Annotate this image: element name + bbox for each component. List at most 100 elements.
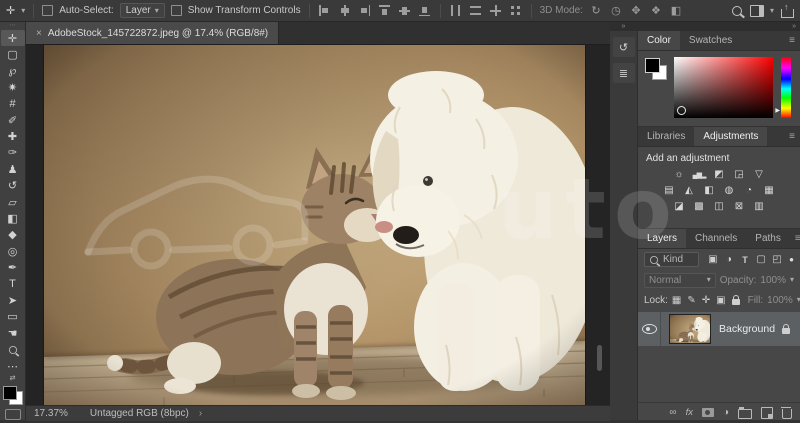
- align-distribute-options-icon[interactable]: [509, 4, 523, 18]
- layer-style-icon[interactable]: fx: [686, 407, 693, 418]
- tab-swatches[interactable]: Swatches: [680, 31, 741, 50]
- auto-select-target-dropdown[interactable]: Layer ▾: [120, 3, 165, 18]
- hue-slider[interactable]: [781, 57, 791, 118]
- auto-select-checkbox[interactable]: [42, 5, 53, 16]
- history-panel-icon[interactable]: ↺: [613, 37, 635, 57]
- type-tool[interactable]: T: [1, 276, 25, 292]
- filter-image-icon[interactable]: ▣: [707, 254, 719, 265]
- posterize-icon[interactable]: ▩: [692, 200, 707, 213]
- exposure-icon[interactable]: ◲: [732, 168, 747, 181]
- filter-toggle-icon[interactable]: ●: [789, 255, 794, 264]
- workspace-switcher-icon[interactable]: [750, 4, 764, 18]
- opacity-value[interactable]: 100%: [760, 275, 786, 286]
- workspace-chevron-icon[interactable]: ▾: [770, 7, 774, 15]
- zoom-tool[interactable]: [1, 341, 25, 357]
- filter-smart-object-icon[interactable]: ◰: [771, 254, 783, 265]
- tab-adjustments[interactable]: Adjustments: [694, 127, 767, 146]
- history-brush-tool[interactable]: ↺: [1, 178, 25, 194]
- roll-3d-icon[interactable]: ◷: [609, 4, 623, 18]
- foreground-color-swatch[interactable]: [3, 386, 17, 400]
- channel-mixer-icon[interactable]: ◔: [742, 184, 757, 197]
- add-layer-mask-icon[interactable]: [702, 408, 714, 417]
- edit-toolbar-button[interactable]: ⋯: [1, 358, 25, 374]
- distribute-vertical-icon[interactable]: [469, 4, 483, 18]
- path-selection-tool[interactable]: ➤: [1, 292, 25, 308]
- canvas-scrollbar[interactable]: [597, 345, 602, 371]
- canvas-area[interactable]: [26, 45, 610, 405]
- foreground-color-swatch-small[interactable]: [645, 58, 660, 73]
- layer-filter-dropdown[interactable]: Kind: [644, 252, 699, 267]
- pen-tool[interactable]: ✒: [1, 259, 25, 275]
- dock-collapse-chevrons[interactable]: »: [610, 22, 637, 31]
- hue-saturation-icon[interactable]: ▤: [662, 184, 677, 197]
- drag-3d-icon[interactable]: ✥: [629, 4, 643, 18]
- clone-stamp-tool[interactable]: ♟: [1, 161, 25, 177]
- new-layer-icon[interactable]: [761, 407, 773, 419]
- align-left-edges-icon[interactable]: [318, 4, 332, 18]
- tab-color[interactable]: Color: [638, 31, 680, 50]
- lock-position-icon[interactable]: ✛: [702, 295, 710, 306]
- distribute-horizontal-icon[interactable]: [449, 4, 463, 18]
- tab-libraries[interactable]: Libraries: [638, 127, 694, 146]
- blend-mode-dropdown[interactable]: Normal ▾: [644, 273, 716, 288]
- color-balance-icon[interactable]: ◭: [682, 184, 697, 197]
- brush-tool[interactable]: ✑: [1, 145, 25, 161]
- move-tool-preset-chevron-icon[interactable]: ▾: [21, 7, 25, 15]
- quick-selection-tool[interactable]: ✷: [1, 79, 25, 95]
- brightness-contrast-icon[interactable]: ☼: [672, 168, 687, 181]
- levels-icon[interactable]: ▄▆▂: [692, 168, 707, 181]
- panel-menu-icon[interactable]: ≡: [784, 127, 800, 146]
- color-swatches-control[interactable]: [3, 386, 23, 405]
- layer-name[interactable]: Background: [719, 323, 775, 335]
- quick-mask-button[interactable]: [5, 409, 21, 420]
- new-adjustment-layer-icon[interactable]: ◑: [723, 407, 729, 418]
- align-top-edges-icon[interactable]: [378, 4, 392, 18]
- filter-adjustment-icon[interactable]: ◑: [723, 254, 735, 265]
- link-layers-icon[interactable]: ∞: [669, 407, 676, 418]
- move-tool-icon[interactable]: ✛: [6, 4, 15, 17]
- show-transform-checkbox[interactable]: [171, 5, 182, 16]
- document-tab[interactable]: × AdobeStock_145722872.jpeg @ 17.4% (RGB…: [26, 22, 279, 44]
- opacity-chevron-icon[interactable]: ▾: [790, 276, 794, 284]
- panel-menu-icon[interactable]: ≡: [790, 229, 800, 248]
- rectangle-tool[interactable]: ▭: [1, 309, 25, 325]
- swap-colors-icon[interactable]: ⇄: [10, 374, 16, 383]
- eraser-tool[interactable]: ▱: [1, 194, 25, 210]
- selective-color-icon[interactable]: ⊠: [732, 200, 747, 213]
- panel-menu-icon[interactable]: ≡: [784, 31, 800, 50]
- eyedropper-tool[interactable]: ✐: [1, 112, 25, 128]
- hue-slider-pointer[interactable]: ▶: [775, 107, 780, 114]
- hand-tool[interactable]: ☚: [1, 325, 25, 341]
- distribute-spacing-icon[interactable]: [489, 4, 503, 18]
- threshold-icon[interactable]: ◫: [712, 200, 727, 213]
- tab-layers[interactable]: Layers: [638, 229, 686, 248]
- layer-row-background[interactable]: Background: [638, 312, 800, 346]
- properties-panel-icon[interactable]: ≣: [613, 63, 635, 83]
- zoom-level-field[interactable]: 17.37%: [34, 408, 68, 419]
- tab-channels[interactable]: Channels: [686, 229, 746, 248]
- delete-layer-icon[interactable]: [782, 409, 792, 419]
- close-tab-icon[interactable]: ×: [36, 28, 42, 39]
- crop-tool[interactable]: #: [1, 96, 25, 112]
- lock-image-icon[interactable]: ✎: [687, 295, 695, 306]
- lock-transparency-icon[interactable]: ▦: [672, 295, 681, 306]
- rectangular-marquee-tool[interactable]: ▢: [1, 46, 25, 62]
- dodge-tool[interactable]: ◎: [1, 243, 25, 259]
- share-icon[interactable]: [780, 4, 794, 18]
- move-tool[interactable]: ✛: [1, 30, 25, 46]
- spot-healing-brush-tool[interactable]: ✚: [1, 128, 25, 144]
- search-icon[interactable]: [730, 4, 744, 18]
- saturation-brightness-field[interactable]: [674, 57, 773, 118]
- camera-3d-icon[interactable]: ◧: [669, 4, 683, 18]
- color-panel-swatches[interactable]: [645, 58, 667, 80]
- slide-3d-icon[interactable]: ❖: [649, 4, 663, 18]
- filter-type-icon[interactable]: T: [739, 255, 751, 265]
- new-group-icon[interactable]: [738, 409, 752, 419]
- gradient-tool[interactable]: ◧: [1, 210, 25, 226]
- align-vertical-centers-icon[interactable]: [398, 4, 412, 18]
- align-right-edges-icon[interactable]: [358, 4, 372, 18]
- toolbar-grip[interactable]: ⋯: [9, 22, 16, 30]
- orbit-3d-icon[interactable]: ↻: [589, 4, 603, 18]
- status-chevron-icon[interactable]: ›: [199, 408, 202, 419]
- gradient-map-icon[interactable]: ▥: [752, 200, 767, 213]
